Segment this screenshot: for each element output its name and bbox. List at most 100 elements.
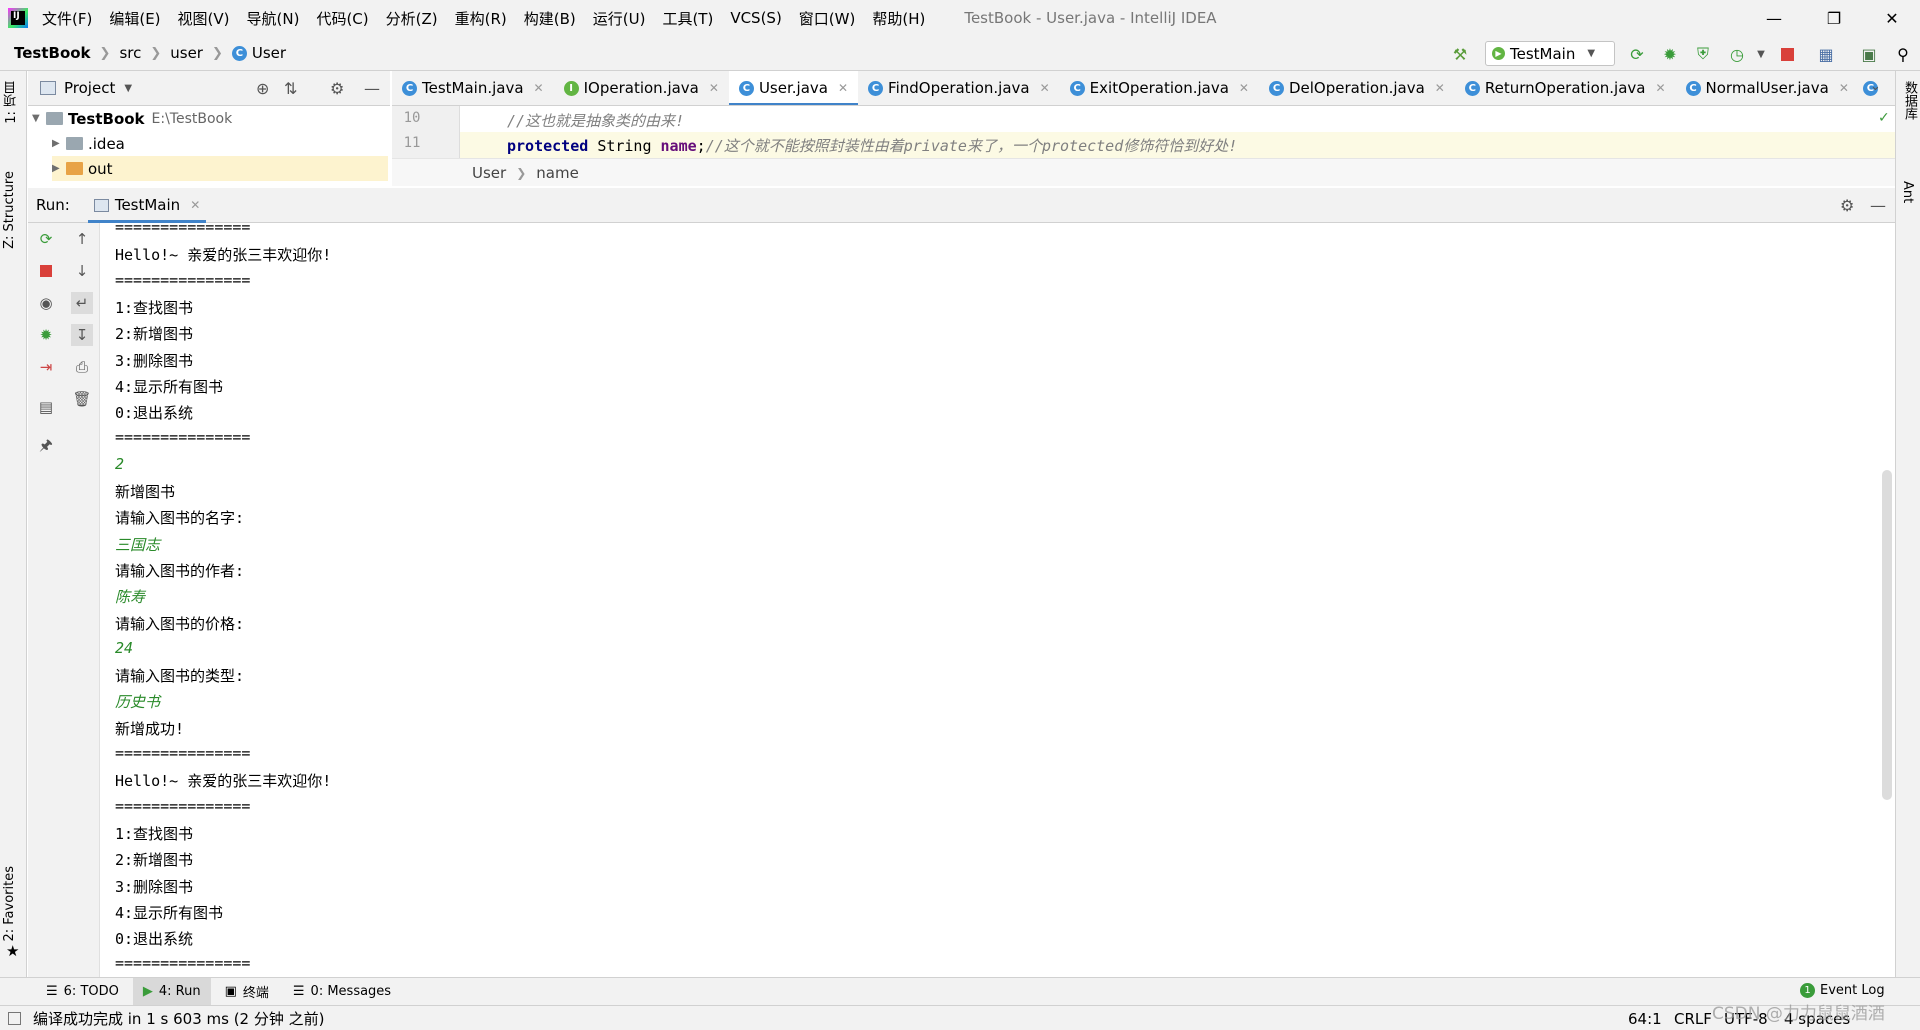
run-tab-testmain[interactable]: TestMain ✕ <box>87 188 207 223</box>
build-hammer-icon[interactable]: ⚒ <box>1449 43 1471 65</box>
crumb-project[interactable]: TestBook <box>14 44 91 62</box>
debug-icon[interactable]: ✹ <box>1659 43 1681 65</box>
console-output-line: 请输入图书的作者: <box>115 561 245 580</box>
close-icon[interactable]: ✕ <box>534 81 544 95</box>
editor-crumb-class[interactable]: User <box>472 164 506 182</box>
close-icon[interactable]: ✕ <box>1839 81 1849 95</box>
hide-panel-icon[interactable]: — <box>1870 196 1886 215</box>
close-icon[interactable]: ✕ <box>190 198 200 212</box>
close-icon[interactable]: ✕ <box>1040 81 1050 95</box>
menu-refactor[interactable]: 重构(R) <box>455 8 507 29</box>
tab-favorites-tool[interactable]: 2: Favorites <box>2 866 17 942</box>
stop-icon[interactable] <box>35 260 57 282</box>
restore-icon[interactable]: ❐ <box>1806 0 1862 36</box>
menu-build[interactable]: 构建(B) <box>524 8 576 29</box>
tree-item-out[interactable]: ▶ out <box>52 156 388 181</box>
menu-vcs[interactable]: VCS(S) <box>730 9 781 27</box>
chevron-down-icon[interactable]: ▼ <box>1750 43 1772 65</box>
tab-normaluser[interactable]: C NormalUser.java ✕ <box>1676 71 1859 105</box>
tab-testmain[interactable]: C TestMain.java ✕ <box>392 71 554 105</box>
close-window-icon[interactable]: ✕ <box>1864 0 1920 36</box>
crumb-src[interactable]: src <box>119 44 141 62</box>
tab-run[interactable]: ▶ 4: Run <box>132 977 211 1006</box>
close-icon[interactable]: ✕ <box>838 81 848 95</box>
menu-run[interactable]: 运行(U) <box>593 8 646 29</box>
coverage-icon[interactable]: ⛨ <box>1692 43 1714 65</box>
trash-icon[interactable]: 🗑 <box>71 388 93 410</box>
print-icon[interactable]: ⎙ <box>71 356 93 378</box>
scroll-to-end-icon[interactable]: ↧ <box>71 324 93 346</box>
tab-returnoperation[interactable]: C ReturnOperation.java ✕ <box>1455 71 1676 105</box>
chevron-right-icon[interactable]: ▶ <box>52 138 66 149</box>
window-title: TestBook - User.java - IntelliJ IDEA <box>964 9 1217 27</box>
stop-icon[interactable] <box>1776 43 1798 65</box>
console-output[interactable]: =============== Hello!~ 亲爱的张三丰欢迎你! =======… <box>100 223 1882 977</box>
menu-file[interactable]: 文件(F) <box>42 8 92 29</box>
inspection-ok-icon[interactable]: ✓ <box>1878 110 1890 126</box>
tab-database-tool[interactable]: 数据库 <box>1900 81 1919 120</box>
rerun-icon[interactable]: ⟳ <box>1626 43 1648 65</box>
pin-icon[interactable]: 🖈 <box>35 436 57 458</box>
status-toggle-icon[interactable] <box>8 1011 21 1025</box>
gear-icon[interactable]: ⚙ <box>1840 196 1854 215</box>
locate-icon[interactable]: ⊕ <box>256 79 269 98</box>
code-editor[interactable]: 10 11 //这也就是抽象类的由来! protected String nam… <box>392 106 1895 186</box>
chevron-down-icon[interactable]: ▼ <box>124 83 132 94</box>
crumb-class[interactable]: User <box>252 44 286 62</box>
tab-list-chevron-icon[interactable]: ⌄ <box>1870 79 1881 94</box>
project-panel-title[interactable]: Project <box>64 79 115 97</box>
arrow-down-icon[interactable]: ↓ <box>71 260 93 282</box>
editor-crumb-field[interactable]: name <box>536 164 579 182</box>
crumb-package[interactable]: user <box>170 44 203 62</box>
close-icon[interactable]: ✕ <box>709 81 719 95</box>
menu-navigate[interactable]: 导航(N) <box>247 8 300 29</box>
debug-icon[interactable]: ✹ <box>35 324 57 346</box>
camera-icon[interactable]: ◉ <box>35 292 57 314</box>
tab-user[interactable]: C User.java ✕ <box>728 71 859 105</box>
arrow-up-icon[interactable]: ↑ <box>71 228 93 250</box>
layout-icon[interactable]: ▤ <box>35 396 57 418</box>
exit-icon[interactable]: ⇥ <box>35 356 57 378</box>
menu-help[interactable]: 帮助(H) <box>872 8 925 29</box>
rerun-icon[interactable]: ⟳ <box>35 228 57 250</box>
tab-messages[interactable]: ☰ 0: Messages <box>283 978 401 1006</box>
tab-findoperation[interactable]: C FindOperation.java ✕ <box>858 71 1060 105</box>
tab-ant-tool[interactable]: Ant <box>1900 181 1915 203</box>
tab-deloperation[interactable]: C DelOperation.java ✕ <box>1259 71 1455 105</box>
tree-item-idea[interactable]: ▶ .idea <box>52 131 125 156</box>
profile-icon[interactable]: ◷ <box>1726 43 1748 65</box>
tab-ioperation[interactable]: I IOperation.java ✕ <box>554 71 729 105</box>
menu-analyze[interactable]: 分析(Z) <box>386 8 438 29</box>
event-log-button[interactable]: 1 Event Log <box>1800 983 1885 998</box>
menu-code[interactable]: 代码(C) <box>316 8 368 29</box>
menu-tools[interactable]: 工具(T) <box>662 8 713 29</box>
project-structure-icon[interactable]: ▦ <box>1815 43 1837 65</box>
tab-exitoperation[interactable]: C ExitOperation.java ✕ <box>1060 71 1259 105</box>
tab-structure-tool[interactable]: Z: Structure <box>2 171 17 249</box>
tab-project-tool[interactable]: 1: 项目 <box>2 81 21 124</box>
menu-view[interactable]: 视图(V) <box>178 8 230 29</box>
gear-icon[interactable]: ⚙ <box>330 79 344 98</box>
tree-item-root[interactable]: ▼ TestBook E:\TestBook <box>32 106 232 131</box>
console-output-line: =============== <box>115 744 251 762</box>
terminal-icon[interactable]: ▣ <box>1858 43 1880 65</box>
run-config-select[interactable]: ▶ TestMain ▼ <box>1485 41 1615 66</box>
minimize-icon[interactable]: — <box>1746 0 1802 36</box>
close-icon[interactable]: ✕ <box>1239 81 1249 95</box>
caret-position[interactable]: 64:1 <box>1628 1010 1662 1028</box>
status-message[interactable]: 编译成功完成 in 1 s 603 ms (2 分钟 之前) <box>33 1008 324 1029</box>
line-separator[interactable]: CRLF <box>1674 1010 1712 1028</box>
soft-wrap-icon[interactable]: ↵ <box>71 292 93 314</box>
tab-todo[interactable]: ☰ 6: TODO <box>36 978 129 1006</box>
hide-panel-icon[interactable]: — <box>364 79 380 98</box>
menu-edit[interactable]: 编辑(E) <box>109 8 160 29</box>
collapse-all-icon[interactable]: ⇅ <box>284 79 297 98</box>
close-icon[interactable]: ✕ <box>1655 81 1665 95</box>
tab-terminal[interactable]: ▣ 终端 <box>215 978 279 1006</box>
console-scrollbar[interactable] <box>1882 470 1892 800</box>
menu-window[interactable]: 窗口(W) <box>799 8 856 29</box>
chevron-right-icon[interactable]: ▶ <box>52 163 66 174</box>
chevron-down-icon[interactable]: ▼ <box>32 113 46 124</box>
search-icon[interactable]: ⚲ <box>1892 43 1914 65</box>
close-icon[interactable]: ✕ <box>1435 81 1445 95</box>
